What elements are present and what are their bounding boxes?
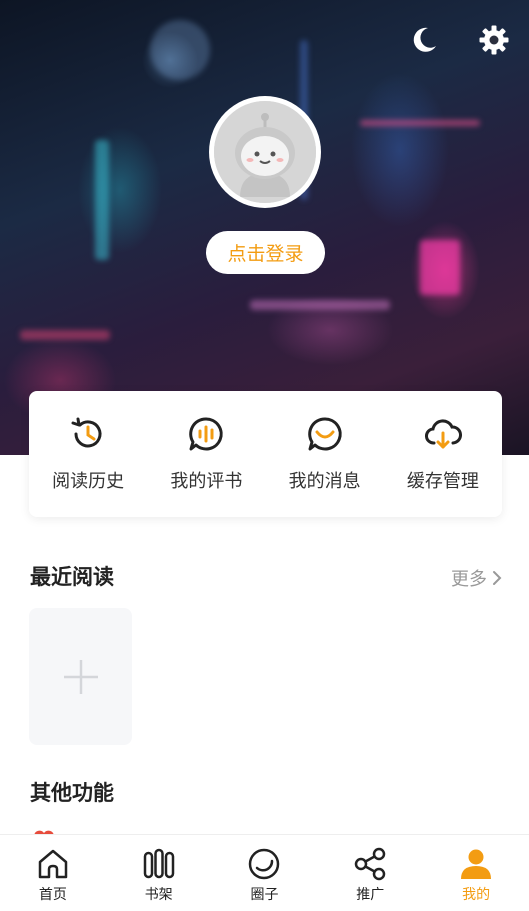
avatar[interactable] [209,96,321,208]
settings-button[interactable] [476,22,512,58]
tab-label: 首页 [38,887,67,903]
tab-home[interactable]: 首页 [0,835,106,911]
quick-action-label: 我的评书 [170,471,243,492]
tab-circle[interactable]: 圈子 [212,835,318,911]
message-icon [307,417,342,451]
review-icon [189,417,224,451]
cache-management-button[interactable]: 缓存管理 [384,391,502,517]
robot-avatar-icon [214,101,316,203]
circle-icon [249,848,280,880]
avatar-image [214,101,316,203]
quick-action-label: 阅读历史 [52,471,125,492]
bg-light-streak [420,240,460,295]
person-icon [461,849,492,879]
more-label: 更多 [451,569,487,590]
login-button[interactable]: 点击登录 [206,231,325,274]
bg-light-streak [95,140,109,260]
share-icon [355,847,386,881]
quick-actions-card: 阅读历史 我的评书 我的消息 缓存管理 [29,391,502,517]
my-reviews-button[interactable]: 我的评书 [147,391,265,517]
other-features-title: 其他功能 [30,780,114,805]
reading-history-button[interactable]: 阅读历史 [29,391,147,517]
bookshelf-icon [143,848,174,879]
my-messages-button[interactable]: 我的消息 [266,391,384,517]
plus-icon [63,659,98,694]
add-book-button[interactable] [29,608,132,745]
bottom-tab-bar: 首页 书架 圈子 推广 我的 [0,834,529,911]
chevron-right-icon [493,571,502,585]
history-icon [71,417,102,448]
bg-light-streak [20,330,110,340]
moon-icon [413,27,436,52]
quick-action-label: 我的消息 [288,471,361,492]
tab-label: 推广 [356,887,385,903]
cloud-download-icon [424,419,462,449]
quick-action-label: 缓存管理 [406,471,479,492]
more-button[interactable]: 更多 [451,565,503,591]
tab-mine[interactable]: 我的 [423,835,529,911]
tab-label: 书架 [144,887,173,903]
home-icon [38,849,68,879]
tab-promote[interactable]: 推广 [317,835,423,911]
tab-label: 我的 [462,887,491,903]
tab-bookshelf[interactable]: 书架 [106,835,212,911]
bg-light-streak [150,20,210,80]
bg-light-streak [250,300,390,310]
recent-reading-title: 最近阅读 [30,564,114,589]
night-mode-button[interactable] [406,22,442,58]
tab-label: 圈子 [250,887,279,903]
bg-light-streak [360,120,480,126]
profile-header-background [0,0,529,455]
gear-icon [479,25,509,55]
